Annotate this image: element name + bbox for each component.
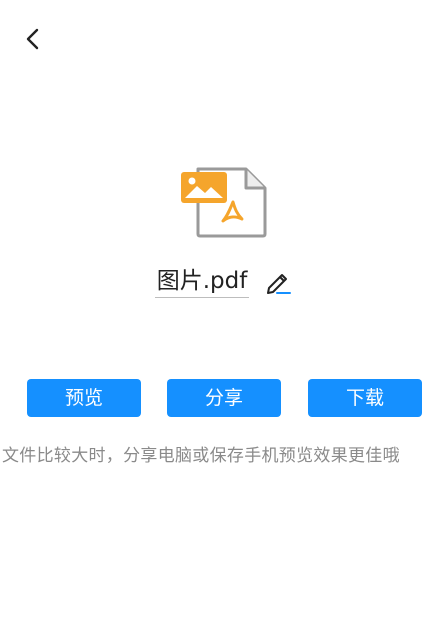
image-pdf-file-icon: [180, 165, 270, 240]
edit-filename-button[interactable]: [263, 267, 293, 297]
back-button[interactable]: [18, 24, 48, 54]
chevron-left-icon: [26, 28, 39, 50]
share-button[interactable]: 分享: [167, 379, 281, 417]
file-name[interactable]: 图片.pdf: [154, 266, 250, 298]
filename-row: 图片.pdf: [0, 266, 448, 298]
preview-button[interactable]: 预览: [27, 379, 141, 417]
download-button[interactable]: 下载: [308, 379, 422, 417]
pencil-icon: [267, 274, 292, 294]
hint-text: 文件比较大时，分享电脑或保存手机预览效果更佳哦: [2, 446, 400, 466]
